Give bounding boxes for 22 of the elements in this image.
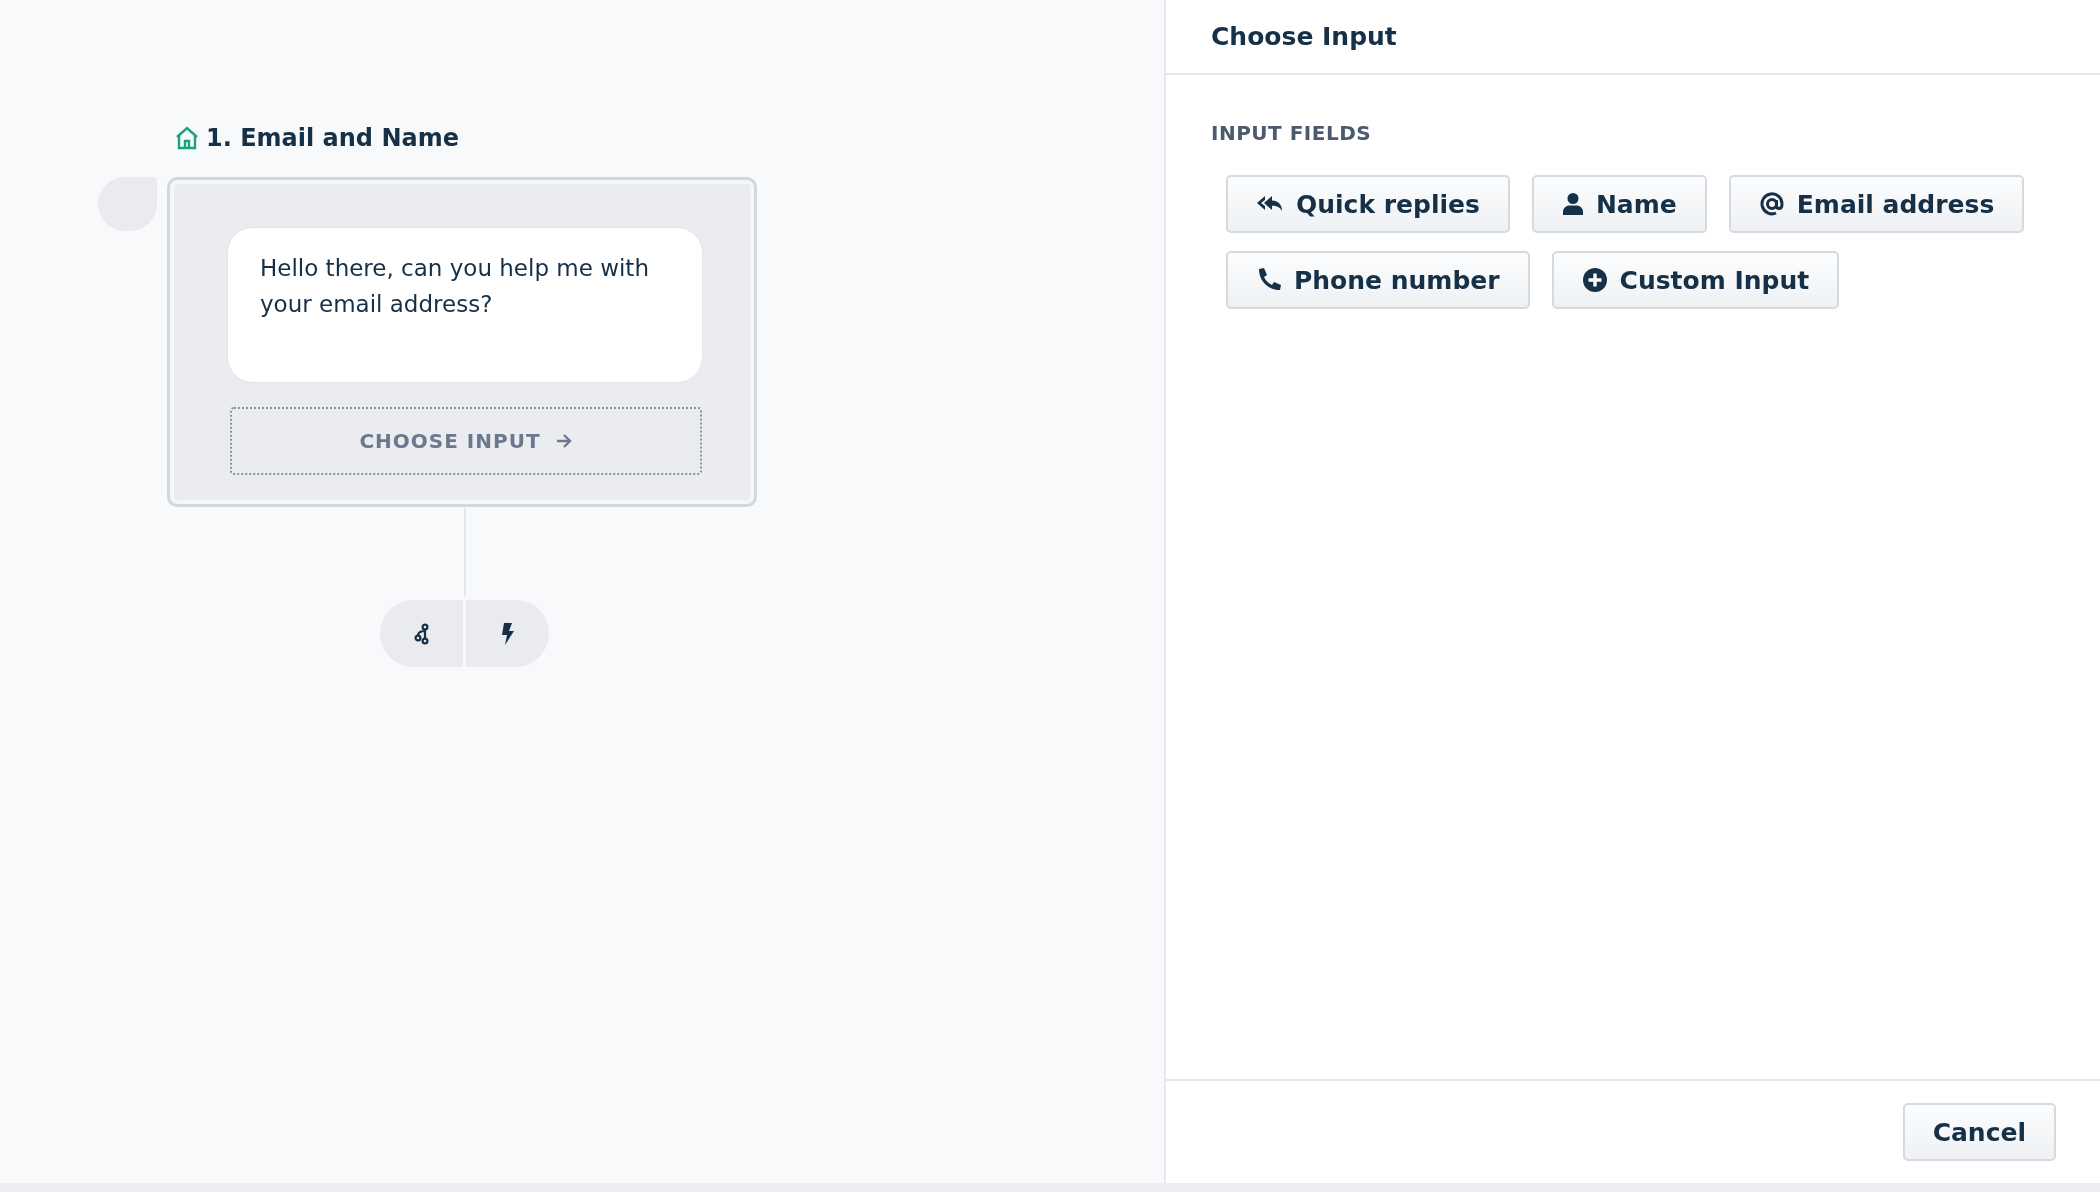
input-option-button[interactable]: Name [1531,175,1707,233]
node-card[interactable]: Hello there, can you help me with your email address? CHOOSE INPUT [167,177,757,507]
input-option-button[interactable]: Quick replies [1226,175,1510,233]
node-title: 1. Email and Name [206,124,459,152]
section-label: INPUT FIELDS [1211,121,1373,145]
at-sign-icon [1758,191,1785,217]
input-option-button[interactable]: Email address [1728,175,2025,233]
lightning-icon [499,621,516,646]
arrow-right-icon [554,433,573,449]
input-option-button[interactable]: Phone number [1226,251,1530,309]
action-button[interactable] [466,600,549,667]
choose-input-button[interactable]: CHOOSE INPUT [230,407,702,475]
panel-title: Choose Input [1211,22,1397,51]
branch-button[interactable] [380,600,463,667]
phone-icon [1256,267,1282,293]
input-option-button[interactable]: Custom Input [1551,251,1840,309]
branch-icon [413,622,430,645]
plus-circle-icon [1581,267,1608,293]
home-icon [174,126,200,150]
message-bubble: Hello there, can you help me with your email address? [227,227,703,383]
cancel-button[interactable]: Cancel [1902,1103,2056,1161]
user-icon [1561,192,1584,216]
